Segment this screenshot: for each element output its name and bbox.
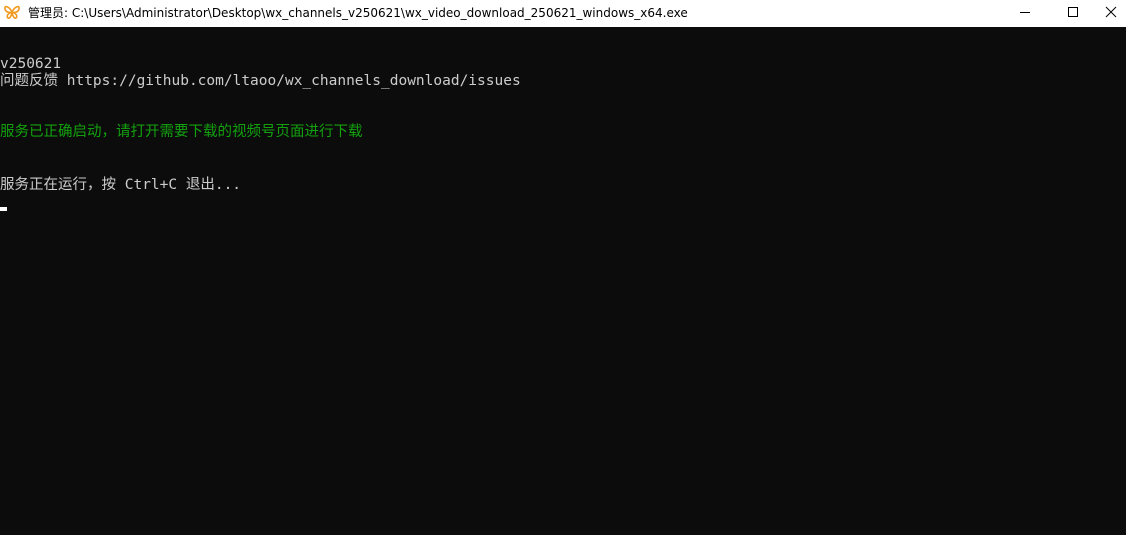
- butterfly-icon: [3, 3, 21, 21]
- maximize-icon: [1067, 5, 1079, 23]
- minimize-button[interactable]: [1002, 0, 1048, 27]
- maximize-button[interactable]: [1050, 0, 1096, 27]
- console-window: 管理员: C:\Users\Administrator\Desktop\wx_c…: [0, 0, 1126, 535]
- feedback-line: 问题反馈 https://github.com/ltaoo/wx_channel…: [0, 73, 521, 89]
- console-output[interactable]: v250621 问题反馈 https://github.com/ltaoo/wx…: [0, 27, 1126, 535]
- minimize-icon: [1019, 5, 1031, 23]
- close-button[interactable]: [1096, 0, 1126, 27]
- version-line: v250621: [0, 56, 62, 72]
- title-bar[interactable]: 管理员: C:\Users\Administrator\Desktop\wx_c…: [0, 0, 1126, 27]
- status-line: 服务已正确启动，请打开需要下载的视频号页面进行下载: [0, 124, 363, 140]
- text-cursor: [0, 207, 7, 211]
- running-line: 服务正在运行，按 Ctrl+C 退出...: [0, 177, 242, 193]
- close-icon: [1105, 5, 1117, 23]
- window-title: 管理员: C:\Users\Administrator\Desktop\wx_c…: [28, 6, 688, 20]
